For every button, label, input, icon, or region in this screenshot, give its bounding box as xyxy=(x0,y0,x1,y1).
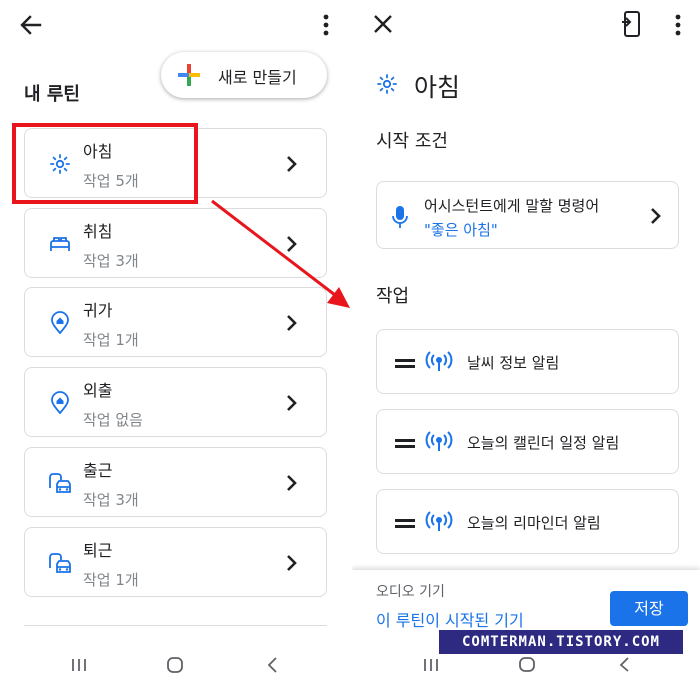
red-arrow xyxy=(211,199,350,308)
